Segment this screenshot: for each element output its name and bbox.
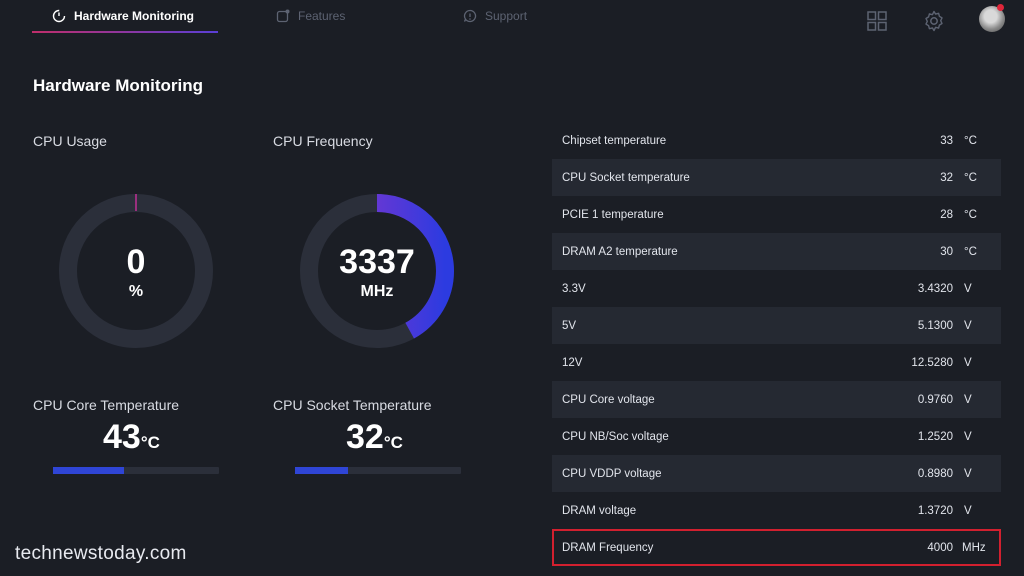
cpu-usage-unit: % bbox=[128, 283, 144, 300]
page-title: Hardware Monitoring bbox=[33, 76, 204, 95]
table-row: CPU VDDP voltage 0.8980 V bbox=[552, 455, 1001, 492]
table-row: CPU Socket temperature 32 °C bbox=[552, 159, 1001, 196]
sensor-label: 12V bbox=[562, 356, 583, 369]
cpu-usage-gauge: 0 % bbox=[56, 191, 216, 351]
sensor-value: 5.1300 bbox=[917, 319, 953, 332]
sensor-unit: V bbox=[964, 504, 972, 517]
sensor-value: 28 bbox=[940, 208, 953, 221]
sensor-unit: V bbox=[964, 393, 972, 406]
cpu-socket-temp-value: 32°C bbox=[346, 418, 403, 457]
sensor-label: PCIE 1 temperature bbox=[562, 208, 664, 221]
sensor-value: 1.3720 bbox=[917, 504, 953, 517]
sensor-label: CPU Core voltage bbox=[562, 393, 655, 406]
sensor-unit: °C bbox=[964, 208, 977, 221]
sensor-unit: °C bbox=[964, 134, 977, 147]
tab-features[interactable]: Features bbox=[276, 6, 345, 26]
cpu-core-temp-label: CPU Core Temperature bbox=[33, 397, 180, 413]
tab-label: Support bbox=[485, 9, 528, 23]
sensor-unit: V bbox=[964, 356, 972, 369]
active-tab-indicator bbox=[32, 31, 218, 33]
tab-label: Hardware Monitoring bbox=[74, 9, 195, 23]
cpu-socket-temp-label: CPU Socket Temperature bbox=[273, 397, 432, 413]
sensor-label: Chipset temperature bbox=[562, 134, 667, 147]
sensor-label: 5V bbox=[562, 319, 577, 332]
gear-icon[interactable] bbox=[922, 9, 946, 33]
sensor-table: Chipset temperature 33 °C CPU Socket temper… bbox=[552, 122, 1001, 566]
support-icon bbox=[463, 9, 477, 23]
sensor-unit: °C bbox=[964, 171, 977, 184]
sensor-value: 0.9760 bbox=[917, 393, 953, 406]
sensor-value: 12.5280 bbox=[911, 356, 953, 369]
table-row: CPU Core voltage 0.9760 V bbox=[552, 381, 1001, 418]
table-row: Chipset temperature 33 °C bbox=[552, 122, 1001, 159]
grid-icon[interactable] bbox=[865, 9, 889, 33]
cpu-core-temp-number: 43 bbox=[103, 418, 141, 456]
cpu-core-temp-bar bbox=[53, 467, 219, 474]
cpu-socket-temp-unit: °C bbox=[383, 433, 403, 452]
table-row: 12V 12.5280 V bbox=[552, 344, 1001, 381]
table-row: 5V 5.1300 V bbox=[552, 307, 1001, 344]
sensor-unit: °C bbox=[964, 245, 977, 258]
cpu-core-temp-value: 43°C bbox=[103, 418, 160, 457]
table-row: 3.3V 3.4320 V bbox=[552, 270, 1001, 307]
cpu-usage-value: 0 bbox=[126, 243, 146, 281]
table-row: DRAM Frequency 4000 MHz bbox=[552, 529, 1001, 566]
sensor-value: 32 bbox=[940, 171, 953, 184]
top-navigation: Hardware Monitoring Features Support bbox=[0, 0, 1024, 36]
sensor-label: DRAM A2 temperature bbox=[562, 245, 678, 258]
monitoring-icon bbox=[52, 9, 66, 23]
sensor-value: 0.8980 bbox=[917, 467, 953, 480]
table-row: PCIE 1 temperature 28 °C bbox=[552, 196, 1001, 233]
cpu-core-temp-unit: °C bbox=[140, 433, 160, 452]
cpu-frequency-gauge: 3337 MHz bbox=[297, 191, 457, 351]
watermark: technewstoday.com bbox=[15, 543, 187, 564]
sensor-unit: MHz bbox=[962, 541, 986, 554]
sensor-value: 3.4320 bbox=[917, 282, 953, 295]
sensor-label: DRAM voltage bbox=[562, 504, 637, 517]
features-icon bbox=[276, 9, 290, 23]
sensor-value: 4000 bbox=[927, 541, 953, 554]
cpu-socket-temp-number: 32 bbox=[346, 418, 384, 456]
cpu-frequency-unit: MHz bbox=[360, 283, 394, 300]
sensor-label: CPU VDDP voltage bbox=[562, 467, 662, 480]
cpu-socket-temp-bar-fill bbox=[295, 467, 349, 474]
sensor-unit: V bbox=[964, 319, 972, 332]
notification-dot bbox=[997, 4, 1004, 11]
cpu-socket-temp-bar bbox=[295, 467, 461, 474]
table-row: DRAM voltage 1.3720 V bbox=[552, 492, 1001, 529]
tab-support[interactable]: Support bbox=[463, 6, 527, 26]
sensor-unit: V bbox=[964, 467, 972, 480]
sensor-unit: V bbox=[964, 430, 972, 443]
tab-label: Features bbox=[298, 9, 346, 23]
cpu-core-temp-bar-fill bbox=[53, 467, 125, 474]
cpu-frequency-value: 3337 bbox=[339, 243, 415, 281]
sensor-label: CPU Socket temperature bbox=[562, 171, 690, 184]
sensor-label: DRAM Frequency bbox=[562, 541, 654, 554]
sensor-unit: V bbox=[964, 282, 972, 295]
sensor-label: 3.3V bbox=[562, 282, 586, 295]
cpu-frequency-label: CPU Frequency bbox=[273, 133, 373, 149]
sensor-value: 1.2520 bbox=[917, 430, 953, 443]
tab-hardware-monitoring[interactable]: Hardware Monitoring bbox=[52, 6, 194, 26]
table-row: DRAM A2 temperature 30 °C bbox=[552, 233, 1001, 270]
cpu-usage-label: CPU Usage bbox=[33, 133, 107, 149]
sensor-label: CPU NB/Soc voltage bbox=[562, 430, 669, 443]
sensor-value: 30 bbox=[940, 245, 953, 258]
sensor-value: 33 bbox=[940, 134, 953, 147]
table-row: CPU NB/Soc voltage 1.2520 V bbox=[552, 418, 1001, 455]
